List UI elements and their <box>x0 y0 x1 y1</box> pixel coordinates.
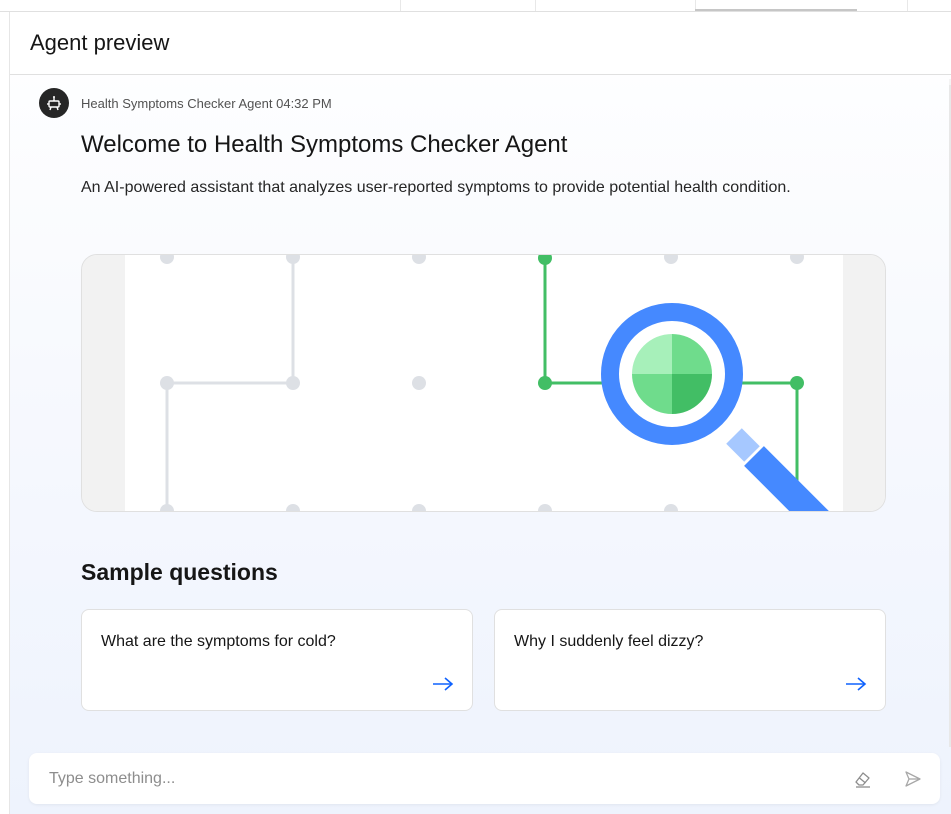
message-input[interactable] <box>29 753 819 804</box>
sample-question-label: Why I suddenly feel dizzy? <box>514 633 704 650</box>
panel-title: Agent preview <box>30 30 170 55</box>
agent-name-timestamp: Health Symptoms Checker Agent 04:32 PM <box>81 96 332 111</box>
top-strip-divider <box>907 0 908 11</box>
agent-name: Health Symptoms Checker Agent <box>81 95 273 111</box>
arrow-right-icon <box>433 677 454 691</box>
agent-preview-panel: Agent preview Health Symptoms Checker Ag… <box>9 12 951 814</box>
clear-button[interactable] <box>851 767 875 791</box>
arrow-right-icon <box>846 677 867 691</box>
welcome-title: Welcome to Health Symptoms Checker Agent <box>81 131 568 158</box>
top-strip-divider <box>535 0 536 11</box>
top-strip <box>0 0 951 12</box>
send-button[interactable] <box>901 767 925 791</box>
hero-illustration <box>81 254 886 512</box>
message-composer <box>29 753 940 804</box>
robot-icon <box>39 88 69 118</box>
top-strip-divider <box>400 0 401 11</box>
symptom-search-illustration <box>82 255 885 511</box>
message-time: 04:32 PM <box>276 95 332 111</box>
sample-question-card[interactable]: What are the symptoms for cold? <box>81 609 473 711</box>
welcome-description: An AI-powered assistant that analyzes us… <box>81 179 791 196</box>
message-meta: Health Symptoms Checker Agent 04:32 PM <box>39 88 332 118</box>
send-icon <box>905 771 921 787</box>
sample-question-label: What are the symptoms for cold? <box>101 633 336 650</box>
sample-question-card[interactable]: Why I suddenly feel dizzy? <box>494 609 886 711</box>
sample-questions-title: Sample questions <box>81 559 278 585</box>
eraser-icon <box>855 772 870 788</box>
chat-scroll-area[interactable]: Health Symptoms Checker Agent 04:32 PM W… <box>10 75 951 755</box>
tab-indicator <box>695 9 857 11</box>
panel-header: Agent preview <box>10 12 951 75</box>
